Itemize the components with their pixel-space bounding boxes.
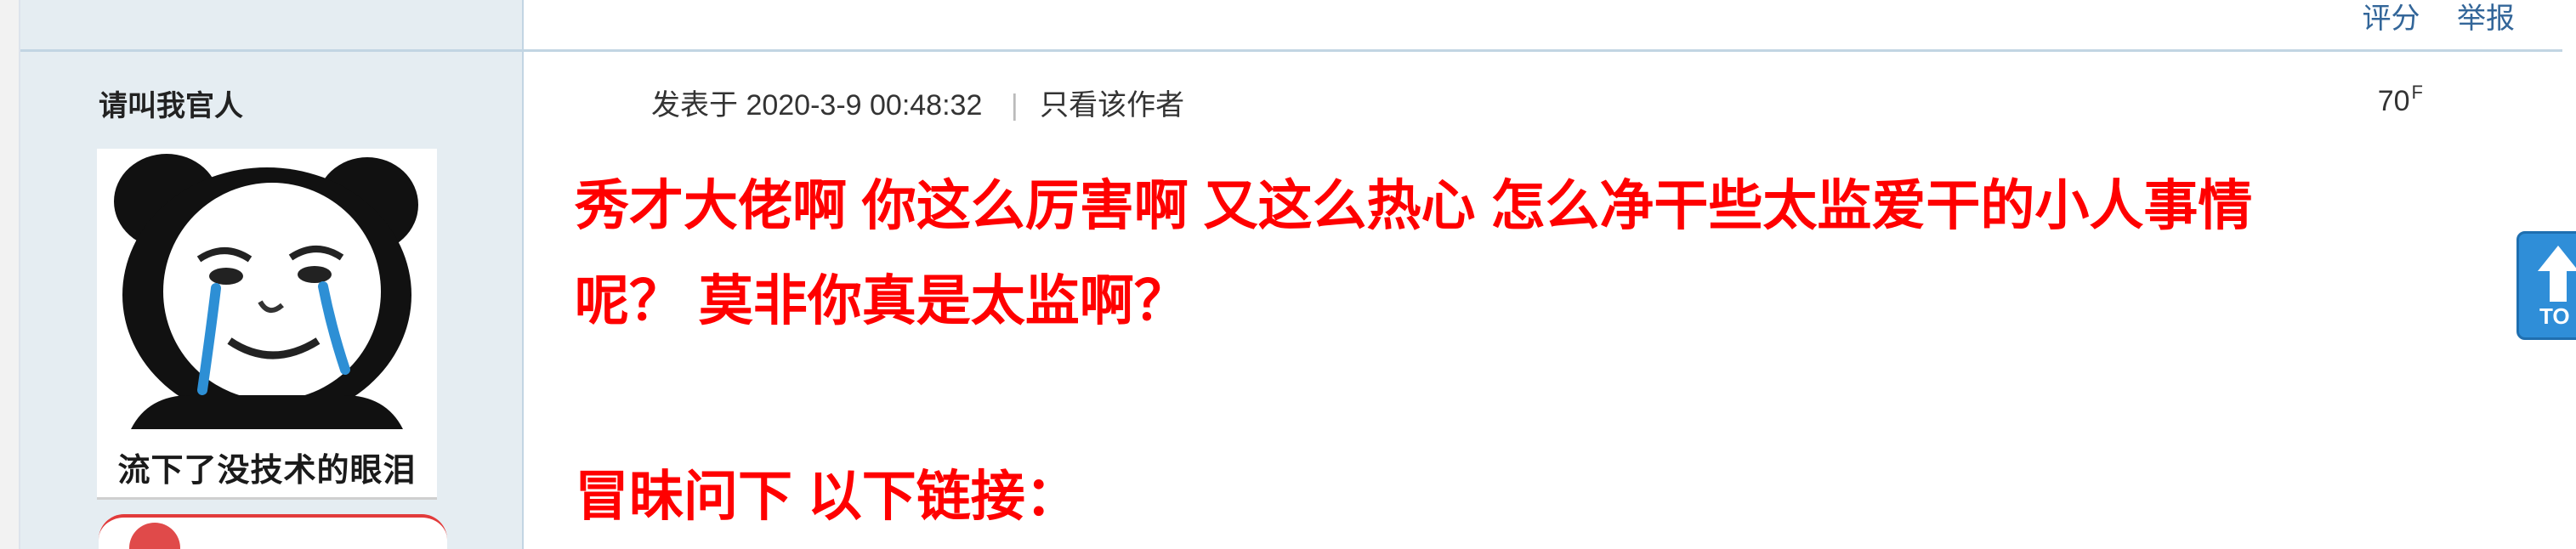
floor-suffix: F: [2411, 82, 2423, 103]
back-to-top-button[interactable]: TO: [2516, 231, 2576, 340]
post-line: 秀才大佬啊 你这么厉害啊 又这么热心 怎么净干些太监爱干的小人事情: [575, 175, 2253, 236]
post-line: 呢？ 莫非你真是太监啊？: [575, 270, 1189, 331]
post-datetime: 2020-3-9 00:48:32: [746, 89, 983, 122]
arrow-up-icon: [2538, 246, 2576, 302]
previous-author-column: [20, 0, 524, 49]
post-line: 冒昧问下 以下链接：: [575, 466, 1080, 527]
forum-thread-page: 评分 举报 请叫我官人 流下了没技术的眼泪 发表于 2020-3-9 00:48…: [0, 0, 2576, 549]
author-name[interactable]: 请叫我官人: [99, 82, 243, 124]
avatar[interactable]: 流下了没技术的眼泪: [97, 149, 437, 500]
report-link[interactable]: 举报: [2457, 3, 2515, 35]
floor-number[interactable]: 70F: [2378, 82, 2423, 118]
floor-number-value: 70: [2377, 85, 2410, 117]
only-author-link[interactable]: 只看该作者: [1040, 89, 1184, 122]
avatar-caption: 流下了没技术的眼泪: [117, 453, 417, 489]
rate-link[interactable]: 评分: [2363, 3, 2420, 35]
post-spacer: [575, 348, 2513, 449]
post-actions: 评分 举报: [2334, 2, 2515, 36]
back-to-top-label: TO: [2539, 303, 2570, 329]
post-meta: 发表于 2020-3-9 00:48:32 | 只看该作者: [651, 82, 1184, 123]
post-content: 秀才大佬啊 你这么厉害啊 又这么热心 怎么净干些太监爱干的小人事情 呢？ 莫非你…: [575, 158, 2513, 544]
posted-at-label: 发表于: [651, 89, 738, 122]
meta-separator: |: [1010, 89, 1018, 122]
previous-post-footer: 评分 举报: [20, 0, 2562, 52]
author-column: 请叫我官人 流下了没技术的眼泪: [20, 52, 524, 549]
user-badge: [99, 514, 447, 549]
left-gutter: [0, 0, 20, 549]
panda-meme-icon: [114, 154, 418, 429]
badge-icon: [129, 523, 180, 549]
